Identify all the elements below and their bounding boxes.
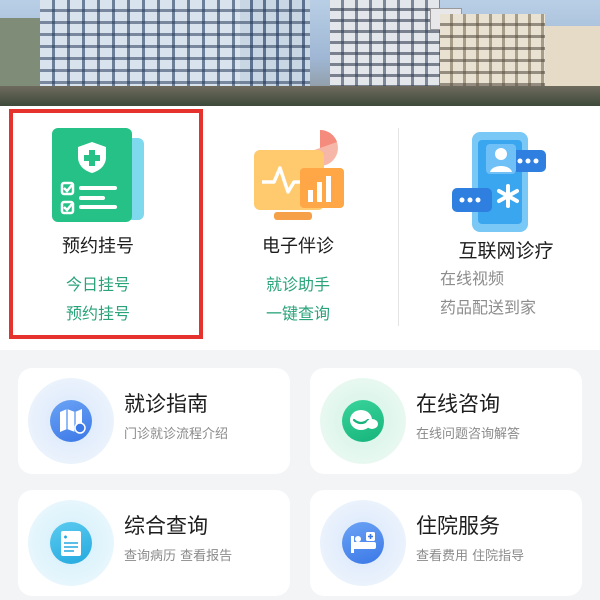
service-internet-diagnosis[interactable]: 互联网诊疗: [436, 236, 576, 263]
service-title: 互联网诊疗: [458, 240, 554, 262]
one-click-query-link[interactable]: 一键查询: [230, 299, 366, 328]
vertical-divider: [398, 128, 399, 326]
banner-building: [545, 26, 600, 92]
monitor-chart-icon[interactable]: [252, 126, 348, 230]
banner-building: [0, 18, 40, 92]
tile-title: 就诊指南: [124, 392, 208, 416]
selection-highlight: [9, 109, 203, 339]
tile-desc: 查询病历 查看报告: [124, 549, 233, 564]
chat-bubble-icon: [342, 400, 384, 442]
service-e-companion-links: 就诊助手 一键查询: [230, 270, 366, 328]
service-title: 电子伴诊: [262, 236, 334, 257]
tile-visit-guide[interactable]: 就诊指南 门诊就诊流程介绍: [18, 368, 290, 474]
tile-desc: 在线问题咨询解答: [416, 427, 521, 442]
online-video-link[interactable]: 在线视频: [440, 264, 580, 293]
tile-comprehensive-query[interactable]: 综合查询 查询病历 查看报告: [18, 490, 290, 596]
banner-building: [40, 0, 240, 92]
tile-title: 综合查询: [124, 514, 208, 538]
hospital-banner-image: [0, 0, 600, 106]
document-icon: [50, 522, 92, 564]
banner-trees: [0, 86, 600, 106]
visit-assistant-link[interactable]: 就诊助手: [230, 270, 366, 299]
hospital-bed-icon: [342, 522, 384, 564]
tile-online-consult[interactable]: 在线咨询 在线问题咨询解答: [310, 368, 582, 474]
tile-desc: 门诊就诊流程介绍: [124, 427, 229, 442]
banner-building: [240, 0, 310, 92]
service-internet-links: 在线视频 药品配送到家: [440, 264, 580, 322]
service-e-companion[interactable]: 电子伴诊: [230, 232, 366, 258]
map-guide-icon: [50, 400, 92, 442]
phone-consult-icon[interactable]: [450, 130, 550, 238]
drug-delivery-link[interactable]: 药品配送到家: [440, 293, 580, 322]
banner-building: [330, 0, 440, 92]
banner-building: [440, 14, 545, 92]
tile-desc: 查看费用 住院指导: [416, 549, 525, 564]
tile-title: 住院服务: [416, 514, 500, 538]
tile-inpatient-service[interactable]: 住院服务 查看费用 住院指导: [310, 490, 582, 596]
tile-title: 在线咨询: [416, 392, 500, 416]
